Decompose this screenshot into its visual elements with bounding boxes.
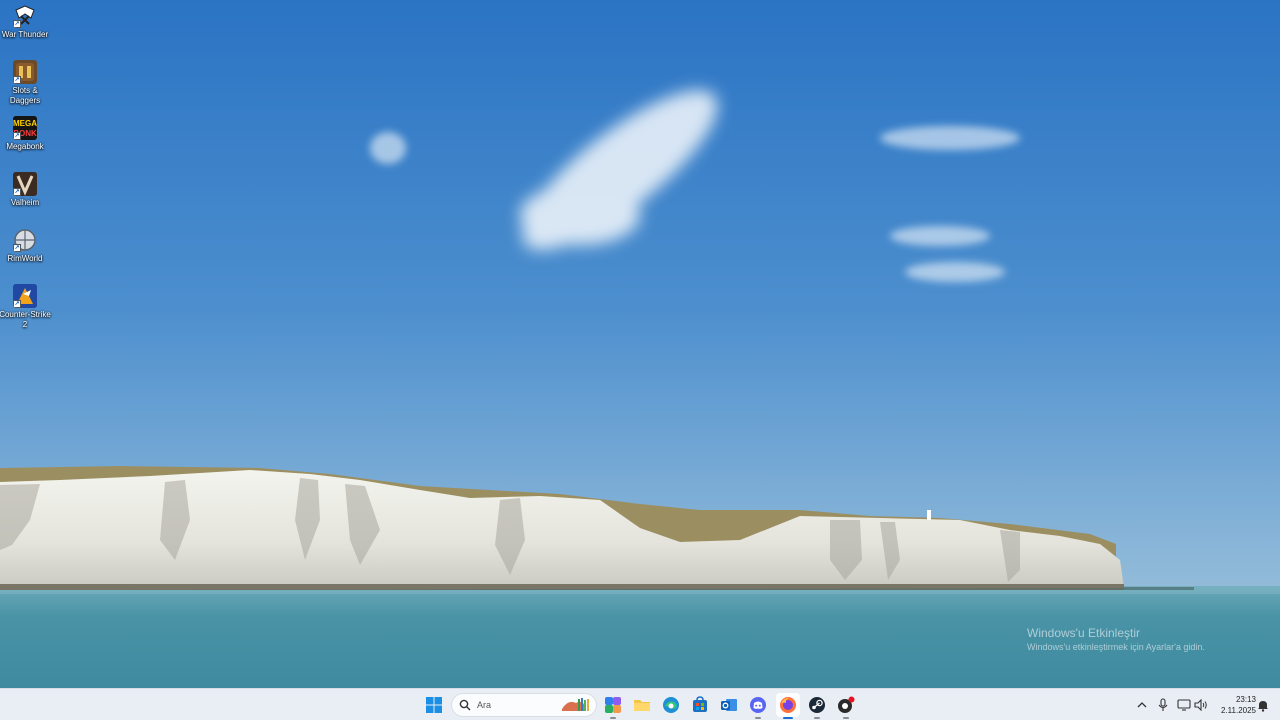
running-indicator	[610, 717, 616, 719]
desktop-icon-valheim[interactable]: ↗ Valheim	[0, 172, 50, 208]
start-button[interactable]	[422, 693, 446, 717]
desktop-icon-label: Valheim	[10, 198, 40, 207]
running-indicator	[843, 717, 849, 719]
running-indicator	[783, 717, 793, 719]
steam-button[interactable]	[805, 693, 829, 719]
edge-button[interactable]	[659, 693, 683, 717]
svg-text:MEGA: MEGA	[13, 119, 37, 128]
outlook-icon	[721, 699, 737, 711]
megabonk-icon: MEGA BONK ↗	[13, 116, 37, 140]
network-icon	[1177, 699, 1191, 711]
edge-icon	[663, 697, 679, 713]
search-icon	[459, 699, 471, 711]
bell-icon	[1258, 700, 1268, 712]
volume-tray-button[interactable]	[1194, 698, 1208, 712]
desktop-icon-rimworld[interactable]: ↗ RimWorld	[0, 228, 50, 264]
microphone-tray-button[interactable]	[1156, 698, 1170, 712]
desktop-icon-war-thunder[interactable]: ↗ War Thunder	[0, 4, 50, 40]
copilot-button[interactable]	[601, 693, 625, 719]
taskbar: Ara 23:13 2.11.2025	[0, 688, 1280, 720]
microsoft-store-button[interactable]	[688, 693, 712, 717]
counter-strike-2-icon: ↗	[13, 284, 37, 308]
desktop-icon-label: Counter-Strike 2	[0, 310, 51, 329]
speaker-icon	[1194, 699, 1207, 711]
notification-center-button[interactable]	[1256, 698, 1270, 712]
clock-time: 23:13	[1235, 695, 1256, 704]
desktop-icon-counter-strike-2[interactable]: ↗ Counter-Strike 2	[0, 284, 51, 330]
clock-date: 2.11.2025	[1221, 706, 1256, 715]
notification-app-icon	[838, 696, 855, 713]
windows-activation-watermark: Windows'u Etkinleştir Windows'u etkinleş…	[1027, 626, 1205, 654]
file-explorer-button[interactable]	[630, 693, 654, 717]
activation-title: Windows'u Etkinleştir	[1027, 626, 1140, 640]
desktop-wallpaper	[0, 0, 1280, 688]
desktop-icon-label: Megabonk	[6, 142, 44, 151]
taskbar-search-box[interactable]: Ara	[451, 693, 597, 717]
steam-icon	[809, 697, 825, 713]
desktop-icon-label: RimWorld	[7, 254, 43, 263]
firefox-button[interactable]	[776, 693, 800, 719]
folder-icon	[634, 700, 650, 711]
show-hidden-icons-button[interactable]	[1135, 698, 1149, 712]
microphone-icon	[1158, 698, 1168, 711]
firefox-icon	[780, 697, 796, 713]
activation-subtitle: Windows'u etkinleştirmek için Ayarlar'a …	[1027, 642, 1205, 652]
windows-logo-icon	[426, 697, 442, 713]
desktop-icon-label: War Thunder	[1, 30, 49, 39]
copilot-icon	[605, 697, 621, 713]
desktop-icon-slots-daggers[interactable]: ↗ Slots & Daggers	[0, 60, 50, 106]
desktop-icon-megabonk[interactable]: MEGA BONK ↗ Megabonk	[0, 116, 50, 152]
notification-app-button[interactable]	[834, 693, 858, 719]
taskbar-clock[interactable]: 23:13 2.11.2025	[1210, 694, 1256, 716]
network-tray-button[interactable]	[1177, 698, 1191, 712]
store-icon	[693, 696, 707, 712]
slots-daggers-icon: ↗	[13, 60, 37, 84]
discord-button[interactable]	[746, 693, 770, 719]
chevron-up-icon	[1137, 702, 1147, 708]
running-indicator	[755, 717, 761, 719]
discord-icon	[750, 697, 766, 713]
valheim-icon: ↗	[13, 172, 37, 196]
running-indicator	[814, 717, 820, 719]
rimworld-icon: ↗	[13, 228, 37, 252]
search-placeholder: Ara	[477, 700, 492, 710]
war-thunder-icon: ↗	[13, 4, 37, 28]
outlook-button[interactable]	[717, 693, 741, 717]
desktop-icon-label: Slots & Daggers	[9, 86, 41, 105]
search-highlight-icon	[562, 698, 589, 711]
